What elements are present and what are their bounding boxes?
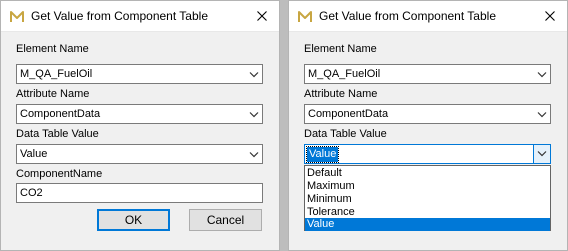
dropdown-option-minimum[interactable]: Minimum: [305, 193, 550, 206]
title-bar[interactable]: Get Value from Component Table: [1, 1, 279, 32]
element-name-label: Element Name: [16, 43, 89, 55]
close-icon: [545, 11, 555, 21]
close-button[interactable]: [533, 1, 567, 31]
element-name-combobox[interactable]: M_QA_FuelOil: [304, 64, 551, 84]
app-logo-icon: [10, 11, 24, 22]
chevron-down-icon[interactable]: [249, 71, 259, 78]
attribute-name-combobox[interactable]: ComponentData: [16, 104, 263, 124]
data-table-value-combobox[interactable]: Value: [16, 144, 263, 164]
element-name-combobox[interactable]: M_QA_FuelOil: [16, 64, 263, 84]
dialog-title: Get Value from Component Table: [319, 9, 496, 23]
attribute-name-value: ComponentData: [308, 108, 389, 120]
element-name-value: M_QA_FuelOil: [308, 68, 381, 80]
data-table-value-label: Data Table Value: [16, 128, 99, 140]
data-table-value-value: Value: [20, 148, 48, 160]
chevron-down-icon: [537, 151, 547, 157]
data-table-value-label: Data Table Value: [304, 128, 387, 140]
attribute-name-label: Attribute Name: [16, 88, 90, 100]
dialog-right: Get Value from Component Table Element N…: [288, 0, 568, 251]
close-button[interactable]: [245, 1, 279, 31]
component-name-label: ComponentName: [16, 168, 103, 180]
element-name-label: Element Name: [304, 43, 377, 55]
component-name-field[interactable]: [16, 183, 263, 203]
dropdown-option-default[interactable]: Default: [305, 167, 550, 180]
close-icon: [257, 11, 267, 21]
ok-button[interactable]: OK: [97, 209, 170, 231]
dialog-title: Get Value from Component Table: [31, 9, 208, 23]
chevron-down-icon[interactable]: [537, 111, 547, 118]
attribute-name-value: ComponentData: [20, 108, 101, 120]
dropdown-toggle-button[interactable]: [533, 145, 550, 163]
dropdown-option-value[interactable]: Value: [305, 218, 550, 231]
dialog-left: Get Value from Component Table Element N…: [0, 0, 280, 251]
attribute-name-label: Attribute Name: [304, 88, 378, 100]
app-logo-icon: [298, 11, 312, 22]
cancel-button[interactable]: Cancel: [189, 209, 262, 231]
data-table-value-dropdown-list[interactable]: Default Maximum Minimum Tolerance Value: [304, 165, 551, 231]
element-name-value: M_QA_FuelOil: [20, 68, 93, 80]
dropdown-option-maximum[interactable]: Maximum: [305, 180, 550, 193]
chevron-down-icon[interactable]: [249, 111, 259, 118]
data-table-value-combobox[interactable]: Value: [304, 144, 551, 164]
data-table-value-value: Value: [305, 146, 340, 163]
attribute-name-combobox[interactable]: ComponentData: [304, 104, 551, 124]
title-bar[interactable]: Get Value from Component Table: [289, 1, 567, 32]
component-name-input[interactable]: [17, 184, 262, 202]
chevron-down-icon[interactable]: [249, 151, 259, 158]
chevron-down-icon[interactable]: [537, 71, 547, 78]
